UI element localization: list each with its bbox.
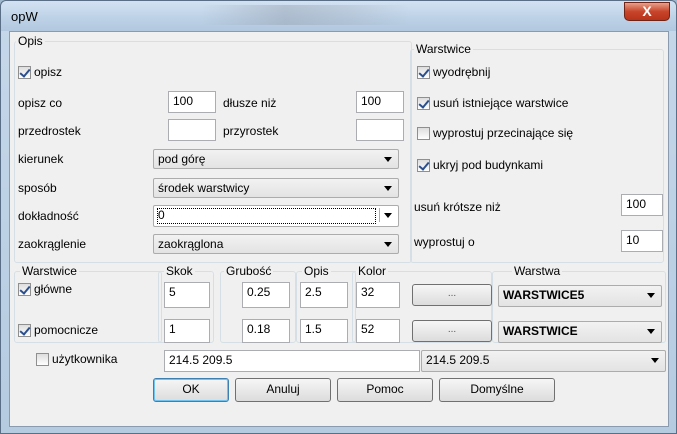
glowne-color-button[interactable]: ... — [412, 284, 492, 306]
glowne-grubosc-input[interactable]: 0.25 — [242, 282, 290, 308]
glowne-opis-input[interactable]: 2.5 — [300, 282, 348, 308]
glowne-warstwa-dropdown[interactable]: WARSTWICE5 — [498, 285, 662, 307]
ok-button[interactable]: OK — [153, 378, 229, 402]
przyrostek-label: przyrostek — [223, 124, 279, 138]
ukryj-pod-budynkami-check-box[interactable] — [417, 158, 430, 172]
sposob-value: środek warstwicy — [158, 181, 250, 195]
usun-krotsze-label: usuń krótsze niż — [414, 200, 501, 214]
wyprostuj-przecinajace-check-box[interactable] — [417, 126, 430, 140]
usun-istniejace-check-box[interactable] — [417, 96, 430, 110]
przedrostek-label: przedrostek — [18, 124, 81, 138]
dokladnosc-dropdown[interactable]: 0 — [153, 205, 399, 227]
focus-rect — [157, 208, 376, 224]
pomocnicze-label: pomocnicze — [34, 323, 99, 337]
pomocnicze-warstwa-value: WARSTWICE — [503, 324, 578, 338]
opisz-checkbox[interactable]: opisz — [18, 65, 62, 79]
przedrostek-input[interactable] — [168, 119, 216, 141]
glowne-skok-input[interactable]: 5 — [164, 282, 210, 308]
warstwice-layers-title: Warstwice — [20, 264, 79, 278]
chevron-down-icon — [384, 186, 392, 191]
opisz-co-label: opisz co — [18, 96, 63, 110]
dluzsze-niz-input[interactable]: 100 — [356, 91, 404, 113]
usun-istniejace-label: usuń istniejące warstwice — [433, 96, 569, 110]
close-icon: X — [642, 3, 652, 19]
title-bar-background — [201, 5, 411, 25]
opisz-label: opisz — [34, 65, 63, 79]
sposob-label: sposób — [18, 181, 57, 195]
title-bar[interactable]: opW X — [1, 1, 676, 31]
pomocnicze-checkbox[interactable]: pomocnicze — [18, 323, 98, 337]
usun-istniejace-checkbox[interactable]: usuń istniejące warstwice — [417, 96, 568, 110]
wyodrebnij-label: wyodrębnij — [433, 65, 491, 79]
chevron-down-icon — [647, 329, 655, 334]
zaokraglenie-value: zaokrąglona — [158, 237, 224, 251]
pomocnicze-grubosc-input[interactable]: 0.18 — [242, 319, 290, 343]
glowne-kolor-input[interactable]: 32 — [356, 282, 400, 308]
usun-krotsze-input[interactable]: 100 — [621, 194, 663, 216]
glowne-check-box[interactable] — [18, 282, 31, 296]
uzytkownika-check-box[interactable] — [36, 352, 49, 366]
pomocnicze-kolor-input[interactable]: 52 — [356, 319, 400, 343]
dluzsze-niz-label: dłusze niż — [223, 96, 277, 110]
przyrostek-input[interactable] — [356, 119, 404, 141]
glowne-warstwa-value: WARSTWICE5 — [503, 288, 585, 302]
wyprostuj-przecinajace-label: wyprostuj przecinające się — [433, 126, 574, 140]
pomoc-button[interactable]: Pomoc — [337, 378, 433, 402]
pomocnicze-warstwa-dropdown[interactable]: WARSTWICE — [498, 321, 662, 343]
pomocnicze-check-box[interactable] — [18, 323, 31, 337]
dialog-window: opW X Opis opisz opisz co 100 dłusze niż… — [0, 0, 677, 434]
zaokraglenie-dropdown[interactable]: zaokrąglona — [153, 234, 399, 254]
pomocnicze-color-button[interactable]: ... — [412, 320, 492, 342]
wyodrebnij-check-box[interactable] — [417, 65, 430, 79]
uzytkownika-label: użytkownika — [52, 352, 118, 366]
combo-separator — [379, 208, 380, 222]
kierunek-dropdown[interactable]: pod górę — [153, 149, 399, 169]
wyprostuj-o-input[interactable]: 10 — [621, 230, 663, 252]
kierunek-label: kierunek — [18, 152, 64, 166]
pomocnicze-skok-input[interactable]: 1 — [164, 319, 210, 343]
zaokraglenie-label: zaokrąglenie — [18, 237, 87, 251]
glowne-label: główne — [34, 282, 73, 296]
anuluj-button[interactable]: Anuluj — [235, 378, 331, 402]
wyprostuj-o-label: wyprostuj o — [414, 235, 475, 249]
chevron-down-icon — [647, 293, 655, 298]
warstwice-group-title: Warstwice — [414, 42, 473, 56]
grubosc-header: Grubość — [224, 264, 274, 278]
dialog-client-area: Opis opisz opisz co 100 dłusze niż 100 p… — [9, 31, 669, 427]
chevron-down-icon — [384, 213, 392, 218]
opis-header: Opis — [302, 264, 331, 278]
chevron-down-icon — [651, 358, 659, 363]
wyodrebnij-checkbox[interactable]: wyodrębnij — [417, 65, 490, 79]
glowne-checkbox[interactable]: główne — [18, 282, 72, 296]
sposob-dropdown[interactable]: środek warstwicy — [153, 178, 399, 198]
opisz-check-box[interactable] — [18, 65, 31, 79]
kolor-header: Kolor — [356, 264, 389, 278]
uzytkownika-input[interactable]: 214.5 209.5 — [164, 350, 420, 372]
pomocnicze-opis-input[interactable]: 1.5 — [300, 319, 348, 343]
domyslne-button[interactable]: Domyślne — [439, 378, 555, 402]
opisz-co-input[interactable]: 100 — [168, 91, 216, 113]
window-title: opW — [11, 9, 38, 24]
uzytkownika-dropdown[interactable]: 214.5 209.5 — [421, 350, 666, 372]
chevron-down-icon — [384, 242, 392, 247]
wyprostuj-przecinajace-checkbox[interactable]: wyprostuj przecinające się — [417, 126, 573, 140]
uzytkownika-checkbox[interactable]: użytkownika — [36, 352, 117, 366]
skok-header: Skok — [164, 264, 195, 278]
warstwa-header: Warstwa — [512, 264, 563, 278]
dokladnosc-label: dokładność — [18, 209, 79, 223]
close-button[interactable]: X — [624, 2, 670, 21]
ukryj-pod-budynkami-checkbox[interactable]: ukryj pod budynkami — [417, 158, 543, 172]
kierunek-value: pod górę — [158, 152, 206, 166]
ukryj-pod-budynkami-label: ukryj pod budynkami — [433, 158, 544, 172]
chevron-down-icon — [384, 157, 392, 162]
opis-group-title: Opis — [16, 34, 45, 48]
uzytkownika-dropdown-value: 214.5 209.5 — [426, 353, 490, 367]
